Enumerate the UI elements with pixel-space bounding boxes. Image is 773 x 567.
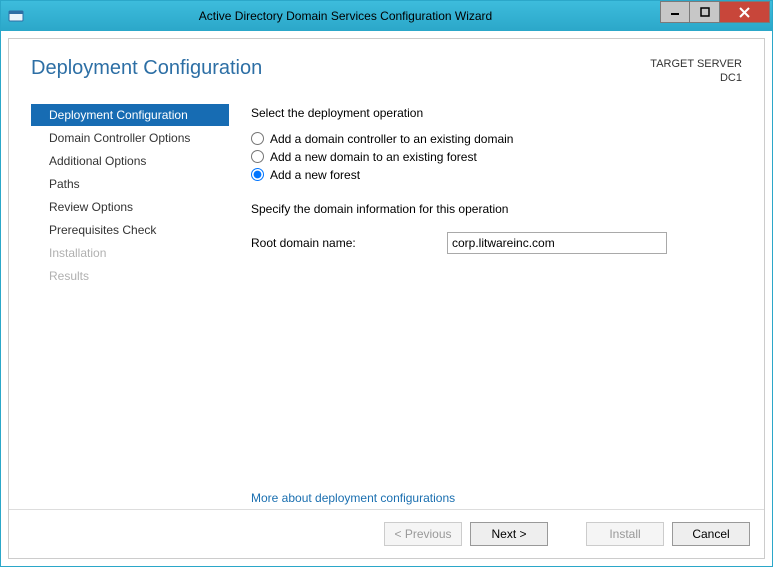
radio-label: Add a new domain to an existing forest [270, 150, 477, 164]
select-operation-label: Select the deployment operation [251, 106, 742, 120]
cancel-button[interactable]: Cancel [672, 522, 750, 546]
wizard-footer: < Previous Next > Install Cancel [9, 509, 764, 558]
step-domain-controller-options[interactable]: Domain Controller Options [31, 127, 229, 149]
step-results: Results [31, 265, 229, 287]
minimize-button[interactable] [660, 1, 690, 23]
window-title: Active Directory Domain Services Configu… [31, 9, 660, 23]
radio-add-dc-existing-domain[interactable]: Add a domain controller to an existing d… [251, 132, 742, 146]
window-controls [660, 1, 770, 23]
install-button: Install [586, 522, 664, 546]
radio-input-new-forest[interactable] [251, 168, 264, 181]
close-button[interactable] [720, 1, 770, 23]
wizard-window: Active Directory Domain Services Configu… [0, 0, 773, 567]
main-content: Select the deployment operation Add a do… [229, 94, 742, 509]
app-icon [1, 1, 31, 31]
next-button[interactable]: Next > [470, 522, 548, 546]
wizard-steps-sidebar: Deployment Configuration Domain Controll… [31, 94, 229, 509]
page-title: Deployment Configuration [31, 57, 650, 80]
root-domain-row: Root domain name: [251, 232, 742, 254]
radio-input-add-dc[interactable] [251, 132, 264, 145]
step-prerequisites-check[interactable]: Prerequisites Check [31, 219, 229, 241]
step-deployment-configuration[interactable]: Deployment Configuration [31, 104, 229, 126]
target-server-block: TARGET SERVER DC1 [650, 57, 742, 86]
body: Deployment Configuration Domain Controll… [9, 94, 764, 509]
titlebar: Active Directory Domain Services Configu… [1, 1, 772, 31]
root-domain-label: Root domain name: [251, 236, 447, 250]
specify-domain-label: Specify the domain information for this … [251, 202, 742, 216]
step-paths[interactable]: Paths [31, 173, 229, 195]
root-domain-input[interactable] [447, 232, 667, 254]
radio-label: Add a new forest [270, 168, 360, 182]
radio-label: Add a domain controller to an existing d… [270, 132, 513, 146]
step-review-options[interactable]: Review Options [31, 196, 229, 218]
step-additional-options[interactable]: Additional Options [31, 150, 229, 172]
maximize-button[interactable] [690, 1, 720, 23]
help-link-deployment-configurations[interactable]: More about deployment configurations [251, 491, 742, 505]
step-installation: Installation [31, 242, 229, 264]
previous-button: < Previous [384, 522, 462, 546]
target-server-label: TARGET SERVER [650, 57, 742, 71]
page-header: Deployment Configuration TARGET SERVER D… [9, 39, 764, 94]
radio-add-domain-existing-forest[interactable]: Add a new domain to an existing forest [251, 150, 742, 164]
content-frame: Deployment Configuration TARGET SERVER D… [8, 38, 765, 559]
target-server-value: DC1 [650, 71, 742, 85]
radio-add-new-forest[interactable]: Add a new forest [251, 168, 742, 182]
radio-input-add-domain[interactable] [251, 150, 264, 163]
